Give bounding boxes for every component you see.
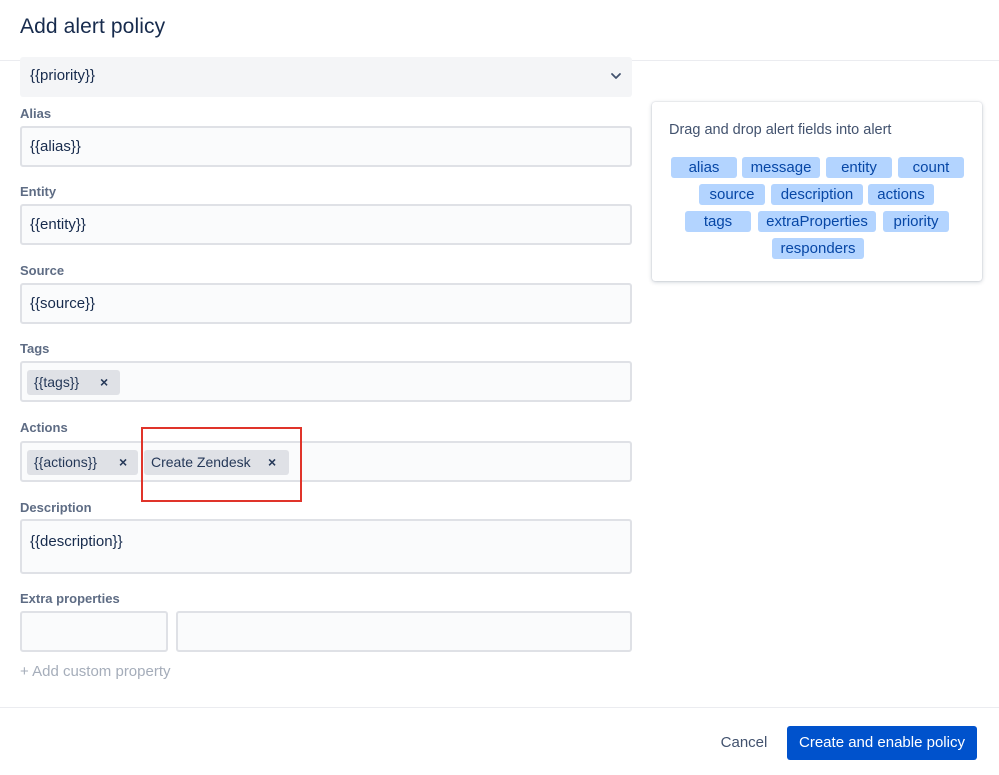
chevron-down-icon bbox=[611, 73, 621, 79]
field-tag-description[interactable]: description bbox=[771, 184, 863, 205]
extra-property-value-input[interactable] bbox=[176, 611, 632, 652]
field-tag-actions[interactable]: actions bbox=[868, 184, 934, 205]
field-tag-priority[interactable]: priority bbox=[883, 211, 949, 232]
create-and-enable-button[interactable]: Create and enable policy bbox=[787, 726, 977, 760]
tag-chip: {{tags}} × bbox=[27, 370, 120, 395]
close-icon[interactable]: × bbox=[119, 454, 127, 470]
field-tag-source[interactable]: source bbox=[699, 184, 765, 205]
tag-chip-label: {{tags}} bbox=[34, 374, 80, 390]
priority-select-value: {{priority}} bbox=[30, 67, 96, 84]
field-tag-count[interactable]: count bbox=[898, 157, 964, 178]
priority-select[interactable]: {{priority}} bbox=[20, 57, 632, 97]
entity-input-value: {{entity}} bbox=[30, 216, 86, 233]
cancel-button[interactable]: Cancel bbox=[712, 726, 776, 760]
actions-input[interactable]: {{actions}} × Create Zendesk × bbox=[20, 441, 632, 482]
dialog-header: Add alert policy bbox=[0, 0, 999, 61]
field-tag-message[interactable]: message bbox=[742, 157, 820, 178]
description-textarea[interactable]: {{description}} bbox=[20, 519, 632, 574]
field-tag-entity[interactable]: entity bbox=[826, 157, 892, 178]
close-icon[interactable]: × bbox=[100, 374, 108, 390]
source-input-value: {{source}} bbox=[30, 295, 96, 312]
field-tag-tags[interactable]: tags bbox=[685, 211, 751, 232]
source-input[interactable]: {{source}} bbox=[20, 283, 632, 324]
action-chip-label: {{actions}} bbox=[34, 454, 98, 470]
highlight-box bbox=[141, 427, 302, 502]
alias-label: Alias bbox=[20, 106, 52, 121]
alert-fields-panel: Drag and drop alert fields into alert al… bbox=[652, 102, 982, 281]
panel-hint: Drag and drop alert fields into alert bbox=[669, 122, 892, 138]
actions-label: Actions bbox=[20, 420, 68, 435]
extra-property-key-input[interactable] bbox=[20, 611, 168, 652]
dialog-title: Add alert policy bbox=[20, 15, 166, 38]
entity-input[interactable]: {{entity}} bbox=[20, 204, 632, 245]
tags-input[interactable]: {{tags}} × bbox=[20, 361, 632, 402]
action-chip: {{actions}} × bbox=[27, 450, 138, 475]
add-custom-property-link[interactable]: + Add custom property bbox=[20, 663, 171, 680]
extra-properties-label: Extra properties bbox=[20, 591, 120, 606]
field-tag-extra-properties[interactable]: extraProperties bbox=[758, 211, 876, 232]
description-label: Description bbox=[20, 500, 92, 515]
tags-label: Tags bbox=[20, 341, 50, 356]
description-textarea-value: {{description}} bbox=[30, 533, 123, 550]
alias-input[interactable]: {{alias}} bbox=[20, 126, 632, 167]
alias-input-value: {{alias}} bbox=[30, 138, 81, 155]
field-tag-responders[interactable]: responders bbox=[772, 238, 864, 259]
field-tag-alias[interactable]: alias bbox=[671, 157, 737, 178]
entity-label: Entity bbox=[20, 184, 57, 199]
source-label: Source bbox=[20, 263, 65, 278]
